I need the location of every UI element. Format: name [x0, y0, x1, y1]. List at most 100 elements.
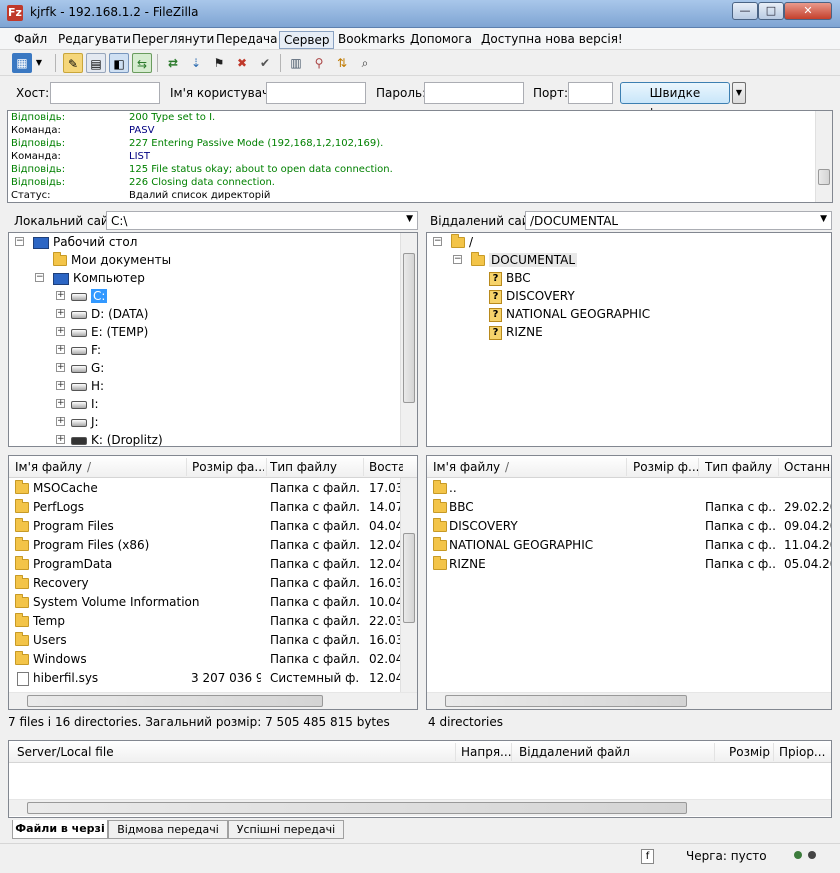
local-file-list-header: Ім'я файлу / Розмір фа... Тип файлу Вост… [9, 456, 417, 478]
compare-icon[interactable]: ⚲ [309, 53, 329, 73]
file-row[interactable]: Recovery Папка с файл...16.03.2 [9, 574, 401, 593]
local-files-hscrollbar[interactable] [9, 692, 417, 709]
file-row[interactable]: .. [427, 479, 831, 498]
column-header-filename[interactable]: Ім'я файлу [15, 460, 82, 474]
drive-icon [71, 292, 87, 301]
file-row[interactable]: System Volume Information Папка с файл..… [9, 593, 401, 612]
local-tree-scrollbar[interactable] [400, 233, 417, 446]
menu-new-version[interactable]: Доступна нова версія! [477, 31, 627, 47]
log-scrollbar[interactable] [815, 111, 832, 202]
folder-icon [433, 556, 447, 570]
remote-files-hscrollbar[interactable] [427, 692, 831, 709]
host-input[interactable] [50, 82, 160, 104]
local-directory-tree[interactable]: − Рабочий стол Мои документы − Компьютер… [8, 232, 418, 447]
menu-file[interactable]: Файл [10, 31, 51, 47]
local-files-hscrollbar-thumb[interactable] [27, 695, 323, 707]
refresh-icon[interactable]: ⇄ [163, 53, 183, 73]
column-header-type[interactable]: Тип файлу [705, 460, 772, 474]
file-row[interactable]: Program Files Папка с файл...04.04.2 [9, 517, 401, 536]
log-scrollbar-thumb[interactable] [818, 169, 830, 185]
password-label: Пароль: [376, 86, 427, 100]
file-row[interactable]: Temp Папка с файл...22.03.2 [9, 612, 401, 631]
password-input[interactable] [424, 82, 524, 104]
file-row[interactable]: Users Папка с файл...16.03.2 [9, 631, 401, 650]
dropdown-arrow-icon[interactable]: ▼ [33, 53, 45, 73]
quickconnect-history-dropdown[interactable]: ▼ [732, 82, 746, 104]
folder-icon [15, 556, 29, 570]
menu-help[interactable]: Допомога [406, 31, 476, 47]
file-row[interactable]: Windows Папка с файл...02.04.2 [9, 650, 401, 669]
search-icon[interactable]: ⌕ [355, 53, 375, 73]
transfer-queue[interactable]: Server/Local file Напря... Віддалений фа… [8, 740, 832, 818]
local-file-list[interactable]: Ім'я файлу / Розмір фа... Тип файлу Вост… [8, 455, 418, 710]
message-log[interactable]: Відповідь: 200 Type set to I. Команда: PAS… [7, 110, 833, 203]
process-queue-icon[interactable]: ⇣ [186, 53, 206, 73]
tab-successful-transfers[interactable]: Успішні передачі [228, 820, 344, 839]
menu-edit[interactable]: Редагувати [54, 31, 135, 47]
file-row[interactable]: MSOCache Папка с файл...17.03.2 [9, 479, 401, 498]
minimize-button[interactable]: — [732, 2, 758, 20]
menu-server[interactable]: Сервер [279, 31, 335, 49]
file-row[interactable]: DISCOVERY Папка с ф...09.04.201 [427, 517, 831, 536]
file-row[interactable]: Program Files (x86) Папка с файл...12.04… [9, 536, 401, 555]
reconnect-icon[interactable]: ✔ [255, 53, 275, 73]
local-path-combo[interactable]: C:\ ▼ [106, 211, 418, 230]
menu-transfer[interactable]: Передача [212, 31, 282, 47]
speed-limit-icon[interactable]: f [641, 849, 654, 864]
menu-bookmarks[interactable]: Bookmarks [334, 31, 409, 47]
port-input[interactable] [568, 82, 613, 104]
remote-directory-tree[interactable]: − / − DOCUMENTAL ? BBC ? DISCOVERY ? NATION… [426, 232, 832, 447]
remote-file-list[interactable]: Ім'я файлу / Розмір ф... Тип файлу Остан… [426, 455, 832, 710]
filter-icon[interactable]: ▥ [286, 53, 306, 73]
column-header-priority[interactable]: Пріор... [779, 745, 825, 759]
drive-icon [71, 346, 87, 355]
sync-browse-icon[interactable]: ⇅ [332, 53, 352, 73]
quickconnect-button[interactable]: Швидке з'єднання [620, 82, 730, 120]
menu-view[interactable]: Переглянути [128, 31, 218, 47]
remote-path-combo[interactable]: /DOCUMENTAL ▼ [525, 211, 832, 230]
column-header-direction[interactable]: Напря... [461, 745, 512, 759]
drive-icon [71, 328, 87, 337]
site-manager-icon[interactable]: ▦ [12, 53, 32, 73]
column-header-size[interactable]: Розмір [729, 745, 770, 759]
local-tree-scrollbar-thumb[interactable] [403, 253, 415, 403]
cancel-icon[interactable]: ⚑ [209, 53, 229, 73]
local-files-scrollbar-thumb[interactable] [403, 533, 415, 623]
remote-files-hscrollbar-thumb[interactable] [445, 695, 687, 707]
file-row[interactable]: PerfLogs Папка с файл...14.07.2 [9, 498, 401, 517]
column-header-server-local-file[interactable]: Server/Local file [17, 745, 114, 759]
unknown-folder-icon: ? [489, 271, 502, 286]
tab-queued-files[interactable]: Файли в черзі [12, 820, 108, 839]
folder-icon [433, 499, 447, 513]
toggle-remote-tree-icon[interactable]: ◧ [109, 53, 129, 73]
column-header-modified[interactable]: Воста [369, 460, 403, 474]
disconnect-icon[interactable]: ✖ [232, 53, 252, 73]
close-button[interactable]: ✕ [784, 2, 832, 20]
queue-hscrollbar[interactable] [9, 799, 831, 816]
drive-icon [71, 364, 87, 373]
file-row[interactable]: NATIONAL GEOGRAPHIC Папка с ф...11.04.20… [427, 536, 831, 555]
folder-icon [15, 594, 29, 608]
file-row[interactable]: RIZNE Папка с ф...05.04.201 [427, 555, 831, 574]
local-site-label: Локальний сайт: [14, 214, 120, 228]
toggle-log-icon[interactable]: ✎ [63, 53, 83, 73]
local-files-scrollbar[interactable] [400, 478, 417, 692]
file-row[interactable]: ProgramData Папка с файл...12.04.2 [9, 555, 401, 574]
file-row[interactable]: hiberfil.sys3 207 036 9... Системный ф..… [9, 669, 401, 688]
toggle-queue-icon[interactable]: ⇆ [132, 53, 152, 73]
folder-icon [433, 537, 447, 551]
file-row[interactable]: BBC Папка с ф...29.02.201 [427, 498, 831, 517]
column-header-size[interactable]: Розмір ф... [633, 460, 699, 474]
tab-failed-transfers[interactable]: Відмова передачі [108, 820, 228, 839]
maximize-button[interactable]: □ [758, 2, 784, 20]
queue-hscrollbar-thumb[interactable] [27, 802, 687, 814]
column-header-type[interactable]: Тип файлу [270, 460, 337, 474]
chevron-down-icon: ▼ [820, 214, 827, 224]
column-header-size[interactable]: Розмір фа... [192, 460, 264, 474]
title-bar[interactable]: Fz kjrfk - 192.168.1.2 - FileZilla — □ ✕ [0, 0, 840, 28]
column-header-filename[interactable]: Ім'я файлу [433, 460, 500, 474]
username-input[interactable] [266, 82, 366, 104]
column-header-remote-file[interactable]: Віддалений файл [519, 745, 630, 759]
column-header-modified[interactable]: Остання [784, 460, 830, 474]
toggle-local-tree-icon[interactable]: ▤ [86, 53, 106, 73]
